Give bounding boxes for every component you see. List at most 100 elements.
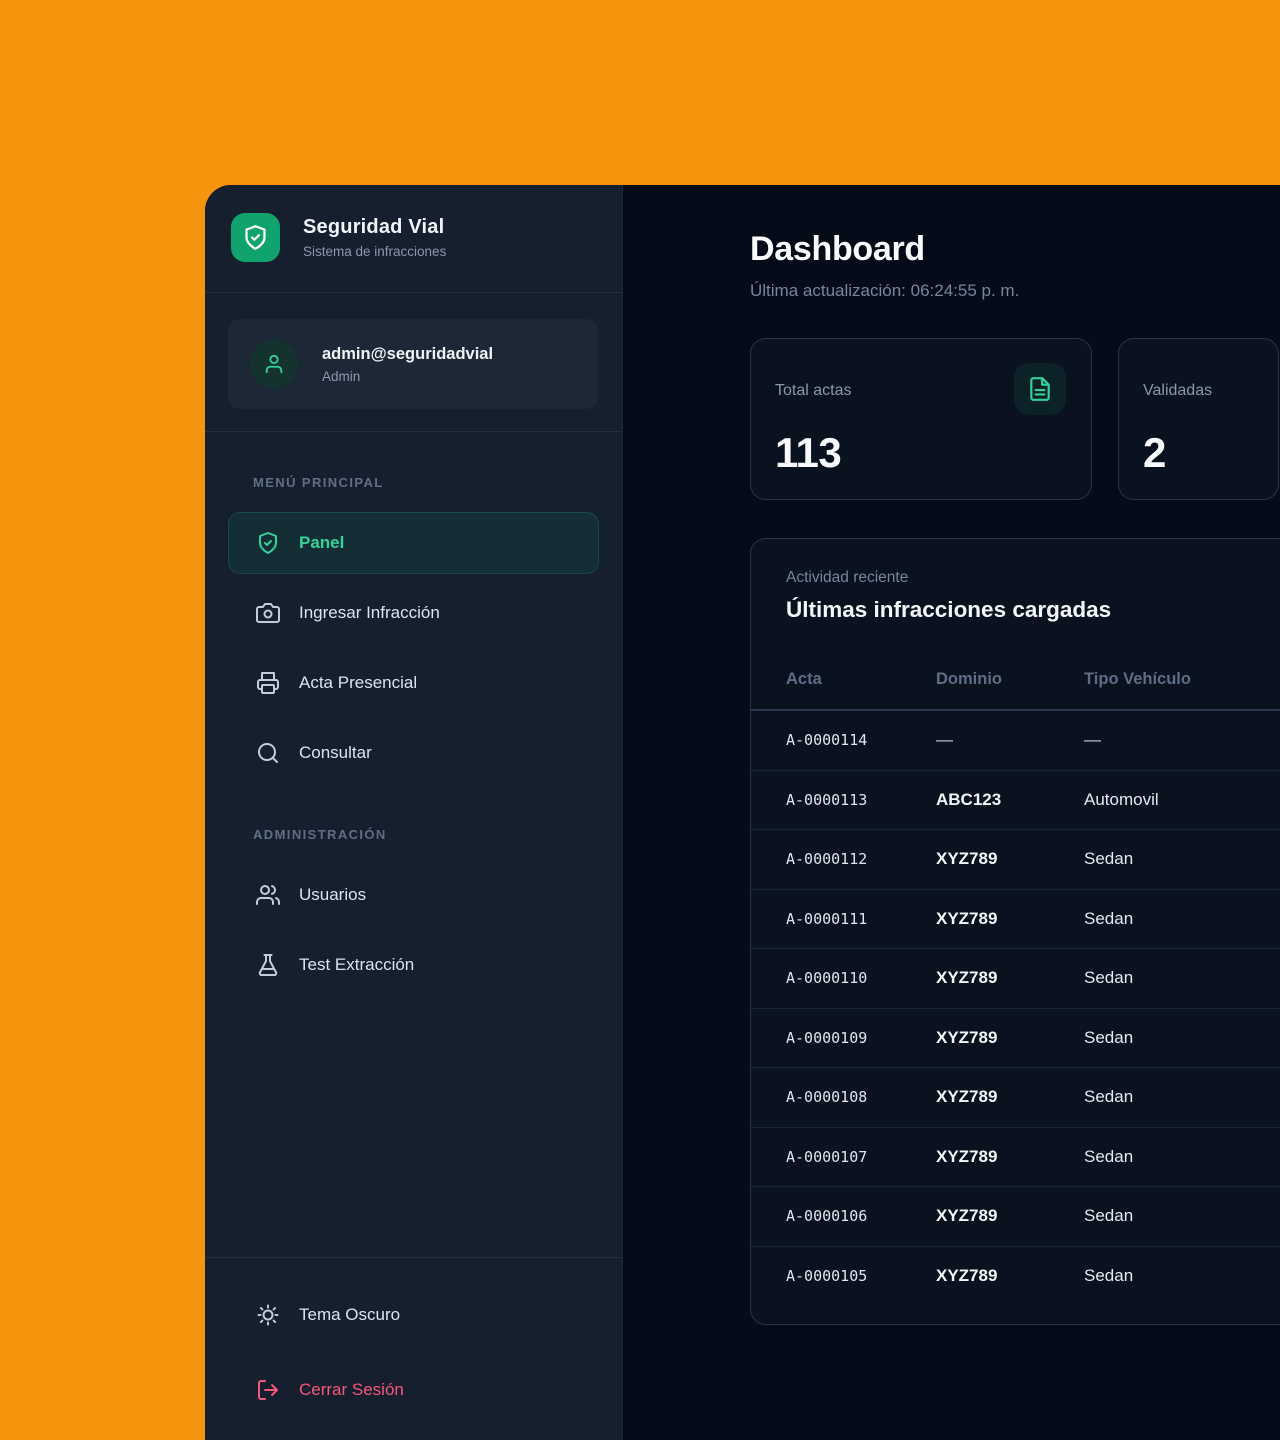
last-update-text: Última actualización: 06:24:55 p. m. <box>750 281 1280 301</box>
column-header-acta: Acta <box>786 670 936 689</box>
recent-activity-card: Actividad reciente Últimas infracciones … <box>750 538 1280 1325</box>
user-card: admin@seguridadvial Admin <box>228 319 598 409</box>
stat-card-validadas: Validadas 2 <box>1118 338 1279 500</box>
stats-row: Total actas113 Validadas 2 <box>750 338 1280 500</box>
cell-dominio: XYZ789 <box>936 1266 1084 1286</box>
flask-icon <box>256 953 280 977</box>
nav-item-label: Cerrar Sesión <box>299 1380 404 1400</box>
cell-dominio: XYZ789 <box>936 968 1084 988</box>
camera-icon <box>256 601 280 625</box>
cell-dominio: XYZ789 <box>936 1028 1084 1048</box>
sidebar-footer: Tema Oscuro Cerrar Sesión <box>205 1257 622 1440</box>
table-row: A-0000112XYZ789Sedan <box>751 830 1280 890</box>
cell-dominio: XYZ789 <box>936 849 1084 869</box>
stat-value: 2 <box>1143 429 1254 477</box>
cell-acta: A-0000113 <box>786 791 936 809</box>
shield-check-icon <box>231 213 280 262</box>
cell-acta: A-0000109 <box>786 1029 936 1047</box>
cell-tipo-vehiculo: Sedan <box>1084 968 1280 988</box>
cell-tipo-vehiculo: Sedan <box>1084 1266 1280 1286</box>
page-title: Dashboard <box>750 229 1280 269</box>
sidebar-item-panel[interactable]: Panel <box>228 512 599 574</box>
sun-icon <box>256 1303 280 1327</box>
screen: { "colors": { "frame_orange": "#F6940D",… <box>0 0 1280 1440</box>
cell-acta: A-0000110 <box>786 969 936 987</box>
cell-acta: A-0000107 <box>786 1148 936 1166</box>
brand-header: Seguridad Vial Sistema de infracciones <box>205 185 622 293</box>
user-icon <box>250 340 298 388</box>
cell-tipo-vehiculo: Sedan <box>1084 1087 1280 1107</box>
sidebar-item-usuarios[interactable]: Usuarios <box>228 864 599 926</box>
sidebar-item-test-extraccion[interactable]: Test Extracción <box>228 934 599 996</box>
cell-tipo-vehiculo: Automovil <box>1084 790 1280 810</box>
cell-tipo-vehiculo: Sedan <box>1084 1028 1280 1048</box>
printer-icon <box>256 671 280 695</box>
cell-acta: A-0000111 <box>786 910 936 928</box>
footer-item-cerrar-sesion[interactable]: Cerrar Sesión <box>228 1359 599 1421</box>
table-row: A-0000109XYZ789Sedan <box>751 1009 1280 1069</box>
table-row: A-0000107XYZ789Sedan <box>751 1128 1280 1188</box>
nav-item-label: Consultar <box>299 743 372 763</box>
sidebar-item-consultar[interactable]: Consultar <box>228 722 599 784</box>
logout-icon <box>256 1378 280 1402</box>
cell-acta: A-0000108 <box>786 1088 936 1106</box>
stat-label: Validadas <box>1143 381 1254 400</box>
shield-check-icon <box>256 531 280 555</box>
cell-dominio: XYZ789 <box>936 909 1084 929</box>
nav-item-label: Test Extracción <box>299 955 414 975</box>
activity-eyebrow: Actividad reciente <box>751 569 1280 587</box>
table-header-row: ActaDominioTipo Vehículo <box>751 649 1280 711</box>
footer-item-tema-oscuro[interactable]: Tema Oscuro <box>228 1284 599 1346</box>
table-row: A-0000110XYZ789Sedan <box>751 949 1280 1009</box>
infractions-table: ActaDominioTipo Vehículo A-0000114——A-00… <box>751 649 1280 1306</box>
table-row: A-0000105XYZ789Sedan <box>751 1247 1280 1307</box>
user-info: admin@seguridadvial Admin <box>322 345 493 384</box>
nav-item-label: Ingresar Infracción <box>299 603 440 623</box>
column-header-tipo-vehiculo: Tipo Vehículo <box>1084 670 1280 689</box>
cell-dominio: ABC123 <box>936 790 1084 810</box>
nav-section-label-menu-principal: MENÚ PRINCIPAL <box>253 475 574 490</box>
search-icon <box>256 741 280 765</box>
sidebar: Seguridad Vial Sistema de infracciones a… <box>205 185 623 1440</box>
user-email: admin@seguridadvial <box>322 345 493 364</box>
cell-dominio: XYZ789 <box>936 1147 1084 1167</box>
cell-acta: A-0000105 <box>786 1267 936 1285</box>
cell-tipo-vehiculo: Sedan <box>1084 909 1280 929</box>
nav-item-label: Usuarios <box>299 885 366 905</box>
stat-value: 113 <box>775 429 1067 477</box>
sidebar-nav: MENÚ PRINCIPAL Panel Ingresar Infracción Ac… <box>205 432 622 1004</box>
table-row: A-0000113ABC123Automovil <box>751 771 1280 831</box>
users-icon <box>256 883 280 907</box>
brand-name: Seguridad Vial <box>303 216 446 239</box>
sidebar-item-ingresar-infraccion[interactable]: Ingresar Infracción <box>228 582 599 644</box>
column-header-dominio: Dominio <box>936 670 1084 689</box>
nav-section-label-administracion: ADMINISTRACIÓN <box>253 827 574 842</box>
stat-card-total-actas: Total actas113 <box>750 338 1092 500</box>
cell-acta: A-0000106 <box>786 1207 936 1225</box>
cell-acta: A-0000112 <box>786 850 936 868</box>
main-content: Dashboard Última actualización: 06:24:55… <box>623 185 1280 1440</box>
cell-dominio: XYZ789 <box>936 1087 1084 1107</box>
cell-tipo-vehiculo: Sedan <box>1084 1147 1280 1167</box>
cell-tipo-vehiculo: Sedan <box>1084 849 1280 869</box>
user-role: Admin <box>322 369 493 384</box>
nav-item-label: Tema Oscuro <box>299 1305 400 1325</box>
nav-item-label: Acta Presencial <box>299 673 417 693</box>
app-window: Seguridad Vial Sistema de infracciones a… <box>205 185 1280 1440</box>
cell-dominio: — <box>936 730 1084 750</box>
table-body: A-0000114——A-0000113ABC123AutomovilA-000… <box>751 711 1280 1306</box>
cell-tipo-vehiculo: — <box>1084 730 1280 750</box>
table-row: A-0000106XYZ789Sedan <box>751 1187 1280 1247</box>
cell-acta: A-0000114 <box>786 731 936 749</box>
table-row: A-0000114—— <box>751 711 1280 771</box>
sidebar-item-acta-presencial[interactable]: Acta Presencial <box>228 652 599 714</box>
table-row: A-0000111XYZ789Sedan <box>751 890 1280 950</box>
nav-item-label: Panel <box>299 533 344 553</box>
file-text-icon <box>1014 363 1066 415</box>
cell-dominio: XYZ789 <box>936 1206 1084 1226</box>
brand-tagline: Sistema de infracciones <box>303 244 446 259</box>
cell-tipo-vehiculo: Sedan <box>1084 1206 1280 1226</box>
activity-title: Últimas infracciones cargadas <box>751 596 1280 623</box>
brand-text: Seguridad Vial Sistema de infracciones <box>303 216 446 259</box>
table-row: A-0000108XYZ789Sedan <box>751 1068 1280 1128</box>
